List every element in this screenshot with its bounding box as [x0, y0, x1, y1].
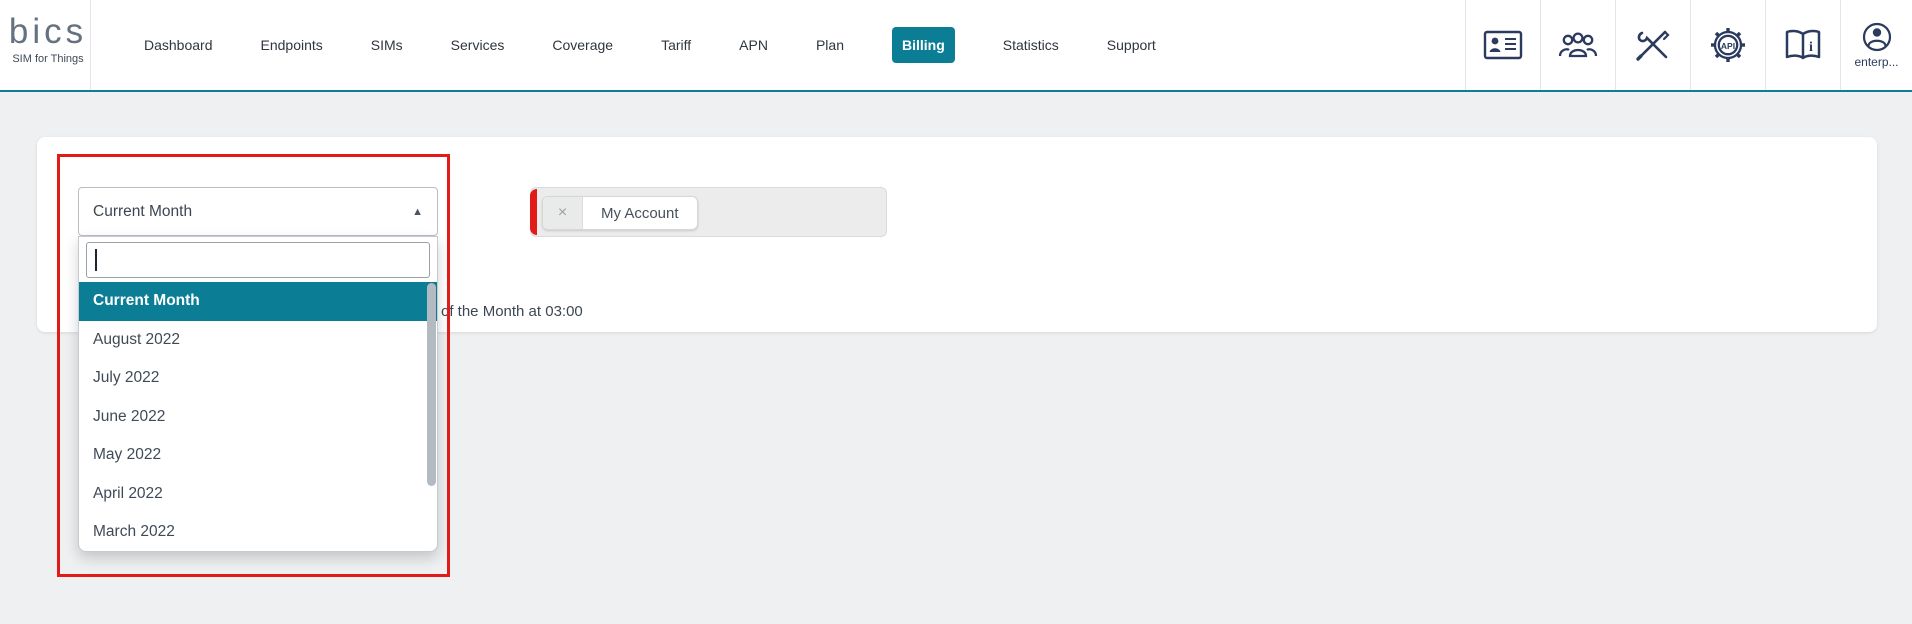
chevron-up-icon: ▲	[412, 206, 423, 218]
schedule-note: of the Month at 03:00	[441, 303, 583, 320]
month-option-list: Current Month August 2022 July 2022 June…	[79, 282, 437, 552]
chip-remove-button[interactable]: ×	[543, 197, 583, 229]
api-button[interactable]: API	[1690, 0, 1765, 90]
logo-subtitle: SIM for Things	[8, 53, 88, 65]
header-icon-bar: API i enterp...	[1465, 0, 1912, 90]
month-search-input[interactable]	[86, 242, 430, 278]
nav-item-endpoints[interactable]: Endpoints	[261, 37, 323, 53]
month-option-current-month[interactable]: Current Month	[79, 282, 437, 321]
close-icon: ×	[558, 204, 567, 222]
nav-item-statistics[interactable]: Statistics	[1003, 37, 1059, 53]
team-icon	[1557, 29, 1599, 61]
month-option-august-2022[interactable]: August 2022	[79, 321, 437, 360]
billing-page: bics SIM for Things Dashboard Endpoints …	[0, 0, 1912, 624]
tools-icon	[1634, 27, 1672, 63]
month-select-value: Current Month	[93, 203, 412, 221]
validation-accent-bar	[530, 189, 537, 235]
team-button[interactable]	[1540, 0, 1615, 90]
account-multiselect-field[interactable]: × My Account	[530, 187, 887, 237]
tools-button[interactable]	[1615, 0, 1690, 90]
header-divider	[90, 0, 91, 90]
user-menu-button[interactable]: enterp...	[1840, 0, 1912, 90]
bics-logo[interactable]: bics SIM for Things	[8, 12, 88, 65]
nav-item-plan[interactable]: Plan	[816, 37, 844, 53]
nav-item-support[interactable]: Support	[1107, 37, 1156, 53]
text-caret	[95, 249, 97, 271]
account-chip: × My Account	[542, 196, 698, 230]
nav-item-coverage[interactable]: Coverage	[552, 37, 613, 53]
month-option-may-2022[interactable]: May 2022	[79, 436, 437, 475]
account-chip-label: My Account	[583, 197, 697, 229]
month-option-june-2022[interactable]: June 2022	[79, 398, 437, 437]
app-header: bics SIM for Things Dashboard Endpoints …	[0, 0, 1912, 92]
nav-item-sims[interactable]: SIMs	[371, 37, 403, 53]
nav-item-services[interactable]: Services	[451, 37, 505, 53]
api-gear-icon: API	[1707, 24, 1749, 66]
month-dropdown-panel: Current Month August 2022 July 2022 June…	[78, 236, 438, 552]
svg-text:API: API	[1721, 41, 1735, 51]
main-nav: Dashboard Endpoints SIMs Services Covera…	[144, 0, 1156, 90]
month-option-march-2022[interactable]: March 2022	[79, 513, 437, 552]
nav-item-dashboard[interactable]: Dashboard	[144, 37, 213, 53]
month-option-april-2022[interactable]: April 2022	[79, 475, 437, 514]
month-select[interactable]: Current Month ▲	[78, 187, 438, 236]
user-avatar-icon	[1861, 21, 1893, 53]
docs-book-icon: i	[1782, 27, 1824, 63]
nav-item-apn[interactable]: APN	[739, 37, 768, 53]
user-menu-label: enterp...	[1854, 55, 1898, 69]
nav-item-tariff[interactable]: Tariff	[661, 37, 691, 53]
docs-button[interactable]: i	[1765, 0, 1840, 90]
logo-text: bics	[8, 12, 88, 52]
dropdown-scrollbar[interactable]	[427, 283, 436, 486]
nav-item-billing[interactable]: Billing	[892, 27, 955, 63]
month-option-july-2022[interactable]: July 2022	[79, 359, 437, 398]
svg-text:i: i	[1809, 40, 1813, 55]
contact-card-button[interactable]	[1465, 0, 1540, 90]
contact-card-icon	[1483, 29, 1523, 61]
